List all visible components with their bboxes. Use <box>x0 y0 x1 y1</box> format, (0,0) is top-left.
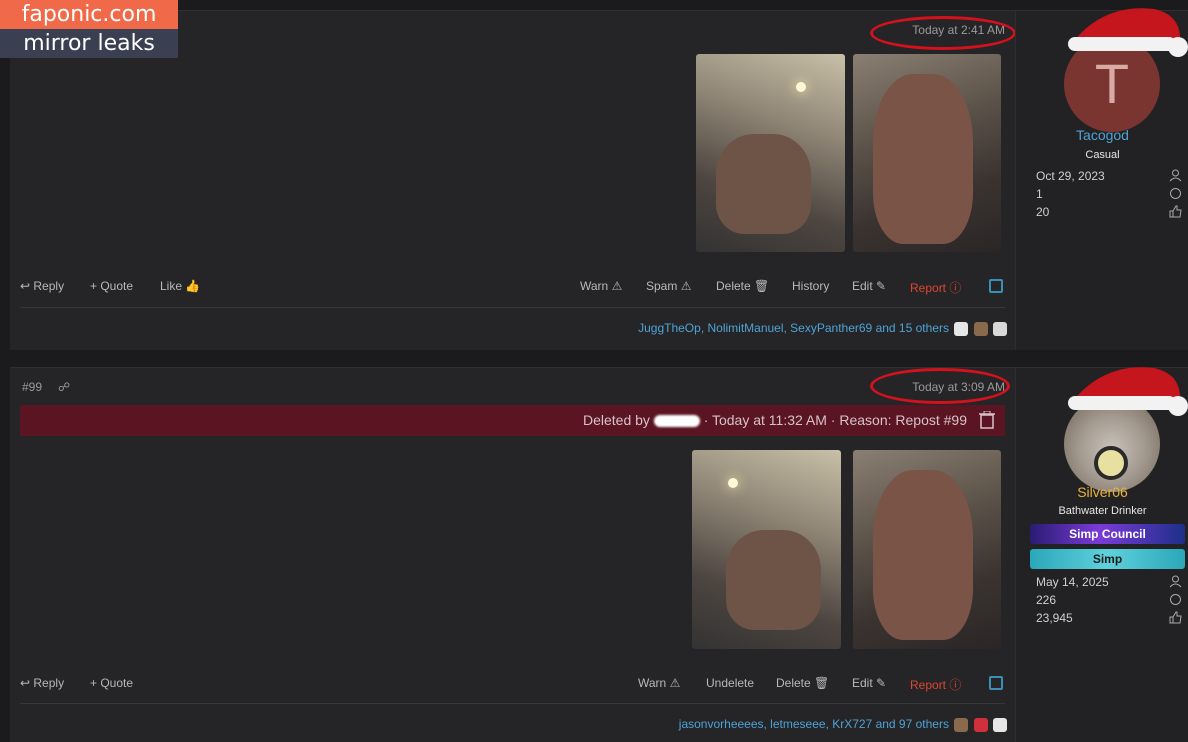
user-icon <box>1169 169 1182 182</box>
annotation-circle <box>870 16 1016 50</box>
avatar-eye <box>1094 446 1128 480</box>
attachment-image[interactable] <box>692 450 841 649</box>
santa-hat-icon <box>1068 367 1188 416</box>
divider <box>20 703 1005 704</box>
reactions-summary[interactable]: JuggTheOp, NolimitManuel, SexyPanther69 … <box>638 321 1007 336</box>
username[interactable]: Tacogod <box>1016 127 1188 143</box>
quote-button[interactable]: + Quote <box>90 279 133 293</box>
trash-icon <box>979 411 995 429</box>
santa-hat-icon <box>1068 8 1188 57</box>
figure <box>873 74 973 244</box>
reaction-icon <box>954 717 969 732</box>
figure <box>873 470 973 640</box>
warn-button[interactable]: Warn ⚠ <box>638 676 680 690</box>
user-banner: Simp <box>1030 549 1185 569</box>
report-button[interactable]: Report ⓘ <box>910 279 961 296</box>
stat-messages: 226 <box>1026 592 1186 610</box>
post-main: Today at 2:41 AM ↩ Reply + Quote Like 👍 … <box>10 11 1016 350</box>
attachment-image[interactable] <box>696 54 845 252</box>
delete-button[interactable]: Delete 🗑 <box>776 676 829 690</box>
annotation-circle <box>870 368 1010 404</box>
watermark-site: faponic.com <box>0 0 178 29</box>
redacted-name <box>653 415 700 428</box>
stat-joined: May 14, 2025 <box>1026 574 1186 592</box>
deleted-notice: Deleted by · Today at 11:32 AM · Reason:… <box>20 405 1005 436</box>
edit-button[interactable]: Edit ✎ <box>852 676 886 690</box>
watermark: faponic.com mirror leaks <box>0 0 178 58</box>
stat-messages: 1 <box>1026 186 1186 204</box>
post: Today at 2:41 AM ↩ Reply + Quote Like 👍 … <box>10 8 1188 350</box>
post: #99 ☍ Today at 3:09 AM Deleted by · Toda… <box>10 367 1188 742</box>
username[interactable]: Silver06 <box>1016 484 1188 500</box>
comment-icon <box>1170 188 1181 199</box>
lamp <box>728 478 738 488</box>
attachment-image[interactable] <box>853 54 1001 252</box>
user-title: Casual <box>1085 149 1120 161</box>
post-main: #99 ☍ Today at 3:09 AM Deleted by · Toda… <box>10 368 1015 742</box>
spam-button[interactable]: Spam ⚠ <box>646 279 691 293</box>
figure <box>716 134 811 234</box>
divider <box>20 307 1005 308</box>
warn-button[interactable]: Warn ⚠ <box>580 279 622 293</box>
reaction-icon <box>993 321 1007 336</box>
thumbs-up-icon <box>993 717 1007 732</box>
undelete-button[interactable]: Undelete <box>706 676 754 690</box>
user-icon <box>1169 575 1182 588</box>
user-sidebar: T Tacogod Casual Oct 29, 2023 1 20 <box>1015 8 1188 350</box>
user-title: Bathwater Drinker <box>1058 505 1147 517</box>
select-checkbox[interactable] <box>989 279 1003 293</box>
reply-button[interactable]: ↩ Reply <box>20 279 64 293</box>
comment-icon <box>1170 594 1181 605</box>
attachment-image[interactable] <box>853 450 1001 649</box>
share-icon[interactable]: ☍ <box>58 380 70 394</box>
reactions-summary[interactable]: jasonvorheeees, letmeseee, KrX727 and 97… <box>679 717 1007 732</box>
reply-button[interactable]: ↩ Reply <box>20 676 64 690</box>
stat-joined: Oct 29, 2023 <box>1026 168 1186 186</box>
select-checkbox[interactable] <box>989 676 1003 690</box>
thumbs-up-icon <box>1169 611 1182 624</box>
quote-button[interactable]: + Quote <box>90 676 133 690</box>
reaction-icon <box>973 321 988 336</box>
user-sidebar: Silver06 Bathwater Drinker Simp Council … <box>1015 367 1188 742</box>
deleted-details: · Today at 11:32 AM · Reason: Repost #99 <box>703 412 967 428</box>
figure <box>726 530 821 630</box>
history-button[interactable]: History <box>792 279 829 293</box>
user-banner: Simp Council <box>1030 524 1185 544</box>
like-button[interactable]: Like 👍 <box>160 279 200 293</box>
post-actions: ↩ Reply + Quote Warn ⚠ Undelete Delete 🗑… <box>20 673 1005 695</box>
stat-reactions: 23,945 <box>1026 610 1186 628</box>
deleted-prefix: Deleted by <box>582 412 650 428</box>
delete-button[interactable]: Delete 🗑 <box>716 279 769 293</box>
edit-button[interactable]: Edit ✎ <box>852 279 886 293</box>
lamp <box>796 82 806 92</box>
stat-reactions: 20 <box>1026 204 1186 222</box>
report-button[interactable]: Report ⓘ <box>910 676 961 693</box>
watermark-tagline: mirror leaks <box>0 29 178 58</box>
thumbs-up-icon <box>1169 205 1182 218</box>
heart-icon <box>973 717 988 732</box>
post-actions: ↩ Reply + Quote Like 👍 Warn ⚠ Spam ⚠ Del… <box>20 276 1005 298</box>
thumbs-up-icon <box>954 321 969 336</box>
post-number[interactable]: #99 <box>22 380 42 394</box>
